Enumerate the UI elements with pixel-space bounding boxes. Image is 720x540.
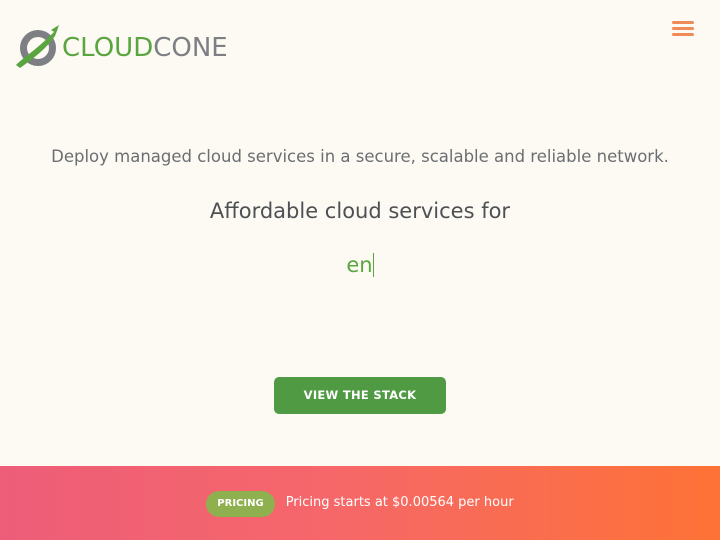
pricing-content: PRICING Pricing starts at $0.00564 per h… [0,466,720,540]
logo-text-cloud: CLOUD [62,33,154,63]
hero-headline: Affordable cloud services for [209,199,511,223]
logo-wordmark: CLOUDCONE [62,35,228,61]
page: CLOUDCONE Deploy managed cloud services … [0,0,720,540]
pricing-badge[interactable]: PRICING [206,490,275,517]
pricing-text[interactable]: Pricing starts at $0.00564 per hour [286,495,514,510]
menu-bar [672,21,694,24]
menu-bar [672,33,694,36]
logo-text-cone: CONE [153,33,228,63]
cloudcone-logo-icon [16,25,59,68]
view-the-stack-button[interactable]: VIEW THE STACK [274,377,446,414]
pricing-bar: PRICING Pricing starts at $0.00564 per h… [0,466,720,540]
typed-text-container: en [0,253,720,277]
hamburger-menu-icon[interactable] [672,20,694,38]
typed-text: en [346,253,373,277]
typing-cursor [372,253,374,277]
site-header: CLOUDCONE [0,0,720,96]
menu-bar [672,27,694,30]
logo[interactable]: CLOUDCONE [14,24,228,72]
hero-tagline: Deploy managed cloud services in a secur… [51,147,669,166]
